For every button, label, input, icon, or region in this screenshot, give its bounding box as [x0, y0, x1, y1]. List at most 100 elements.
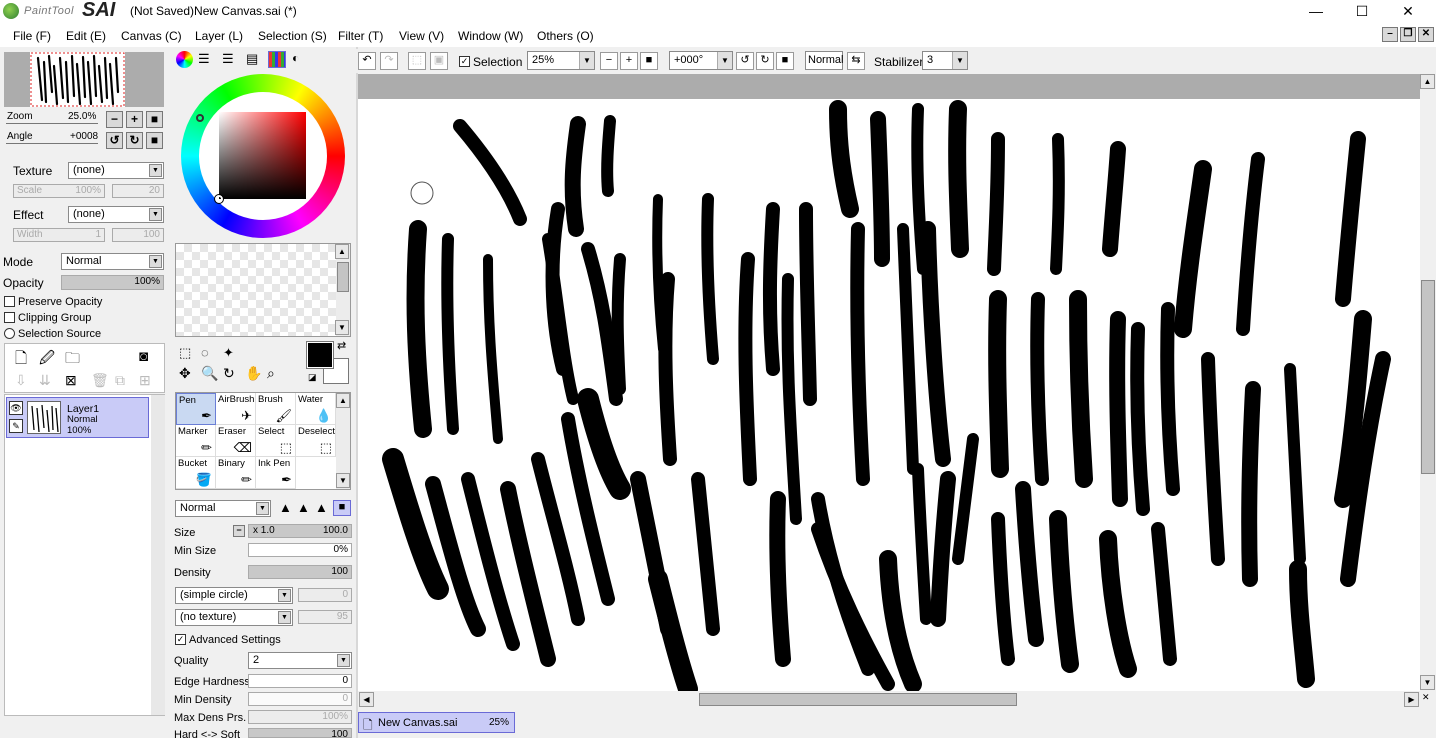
delete-layer-icon[interactable]: 🗑	[91, 372, 109, 389]
transfer-down-icon[interactable]: ⇩	[15, 372, 27, 389]
scroll-down-icon[interactable]: ▼	[335, 320, 349, 335]
new-layer-icon[interactable]: 🗋	[15, 348, 27, 373]
swatch-tab-icon[interactable]: ▤	[246, 51, 258, 67]
rotate-cw-button[interactable]: ↻	[126, 132, 143, 149]
zoom-select[interactable]: 25% ▼	[527, 51, 595, 70]
toolbar-rotate-reset-icon[interactable]: ■	[776, 52, 794, 70]
angle-slider[interactable]	[6, 143, 98, 144]
lasso-icon[interactable]: ◌	[201, 345, 209, 360]
zoom-in-button[interactable]: +	[126, 111, 143, 128]
close-button[interactable]: ✕	[1385, 0, 1431, 22]
stabilizer-select[interactable]: 3 ▼	[922, 51, 968, 70]
brush-shape-select[interactable]: (simple circle) ▼	[175, 587, 293, 604]
tool-marker[interactable]: Marker ✏	[176, 425, 216, 457]
shape-flat-icon[interactable]: ■	[333, 500, 351, 516]
layer-mode-select[interactable]: Normal ▼	[61, 253, 164, 270]
vertical-scroll-thumb[interactable]	[1421, 280, 1435, 474]
merge-visible-icon[interactable]: ⊞	[139, 372, 151, 389]
toolbar-rotate-ccw-icon[interactable]: ↺	[736, 52, 754, 70]
maximize-button[interactable]: ☐	[1339, 0, 1385, 22]
palette-tab-icon[interactable]	[268, 51, 286, 68]
undo-icon[interactable]: ↶	[358, 52, 376, 70]
copy-layer-icon[interactable]: ⧉	[115, 372, 125, 389]
quality-select[interactable]: 2 ▼	[248, 652, 352, 669]
zoom-slider[interactable]	[6, 123, 98, 124]
scroll-up-icon[interactable]: ▲	[1420, 74, 1435, 89]
size-range-button[interactable]: −	[233, 525, 245, 537]
tool-eraser[interactable]: Eraser ⌫	[216, 425, 256, 457]
zoom-tool-icon[interactable]: 🔍	[201, 365, 218, 382]
hsv-slider-tab-icon[interactable]: ☰	[222, 51, 234, 67]
size-slider[interactable]: x 1.0 100.0	[248, 524, 352, 538]
view-mode-select[interactable]: Normal	[805, 51, 843, 70]
preserve-opacity-checkbox[interactable]	[4, 296, 15, 307]
selection-source-radio[interactable]	[4, 328, 15, 339]
menu-canvas[interactable]: Canvas (C)	[121, 29, 182, 43]
edge-hardness-slider[interactable]: 0	[248, 674, 352, 688]
scroll-right-icon[interactable]: ▶	[1404, 692, 1419, 707]
clipping-group-checkbox[interactable]	[4, 312, 15, 323]
tool-bucket[interactable]: Bucket 🪣	[176, 457, 216, 489]
drawing-canvas[interactable]	[358, 74, 1420, 691]
canvas-vertical-scrollbar[interactable]: ▲ ▼	[1420, 74, 1436, 691]
tool-select[interactable]: Select ⬚	[256, 425, 296, 457]
scroll-down-icon[interactable]: ▼	[1420, 675, 1435, 690]
scroll-down-icon[interactable]: ▼	[336, 473, 350, 488]
opacity-slider[interactable]: 100%	[61, 275, 164, 290]
zoom-out-button[interactable]: −	[106, 111, 123, 128]
mdi-minimize-button[interactable]: –	[1382, 27, 1398, 42]
rgb-slider-tab-icon[interactable]: ☰	[198, 51, 210, 67]
new-folder-icon[interactable]: 🗀	[65, 348, 80, 373]
tool-airbrush[interactable]: AirBrush ✈	[216, 393, 256, 425]
primary-color-swatch[interactable]	[306, 341, 334, 369]
flip-view-icon[interactable]: ⇆	[847, 52, 865, 70]
sv-marker[interactable]	[214, 194, 224, 204]
rect-select-icon[interactable]: ⬚	[179, 345, 191, 361]
clear-layer-icon[interactable]: ⊠	[65, 372, 77, 389]
max-dens-slider[interactable]: 100%	[248, 710, 352, 724]
tool-pen[interactable]: Pen ✒	[176, 393, 216, 425]
rotate-tool-icon[interactable]: ↻	[223, 365, 235, 382]
invert-selection-icon[interactable]: ▣	[430, 52, 448, 70]
scratchpad[interactable]: ▲ ▼	[175, 243, 351, 337]
layer-mask-icon[interactable]: ◙	[139, 348, 148, 365]
tool-brush[interactable]: Brush 🖌	[256, 393, 296, 425]
min-density-slider[interactable]: 0	[248, 692, 352, 706]
color-wheel-tab-icon[interactable]	[176, 51, 193, 68]
toolbar-zoom-out-icon[interactable]: −	[600, 52, 618, 70]
scratchpad-scrollbar[interactable]: ▲ ▼	[335, 244, 350, 336]
hard-soft-slider[interactable]: 100	[248, 728, 352, 738]
eyedropper-icon[interactable]: ⌕	[267, 365, 275, 382]
merge-down-icon[interactable]: ⇊	[39, 372, 51, 389]
menu-window[interactable]: Window (W)	[458, 29, 523, 43]
toolbar-zoom-reset-icon[interactable]: ■	[640, 52, 658, 70]
selection-visible-checkbox[interactable]: ✓	[459, 56, 470, 67]
deselect-all-icon[interactable]: ⬚	[408, 52, 426, 70]
canvas-horizontal-scrollbar[interactable]: ◀ ▶	[358, 691, 1420, 708]
menu-selection[interactable]: Selection (S)	[258, 29, 327, 43]
scroll-up-icon[interactable]: ▲	[335, 244, 349, 259]
scratchpad-tab-icon[interactable]: ◐	[292, 51, 299, 65]
brush-lock-icon[interactable]: ✎	[9, 419, 23, 433]
redo-icon[interactable]: ↷	[380, 52, 398, 70]
tool-binary[interactable]: Binary ✏	[216, 457, 256, 489]
hand-icon[interactable]: ✋	[245, 365, 262, 382]
mdi-close-button[interactable]: ✕	[1418, 27, 1434, 42]
scroll-thumb[interactable]	[337, 262, 349, 292]
layer-row-layer1[interactable]: 👁 ✎ Layer1 Normal 100%	[6, 397, 149, 438]
mdi-restore-button[interactable]: ❐	[1400, 27, 1416, 42]
density-slider[interactable]: 100	[248, 565, 352, 579]
tool-water[interactable]: Water 💧	[296, 393, 336, 425]
layer-list-scrollbar[interactable]	[151, 395, 165, 715]
new-linework-layer-icon[interactable]: 🖉	[39, 348, 55, 373]
menu-layer[interactable]: Layer (L)	[195, 29, 243, 43]
eye-icon[interactable]: 👁	[9, 401, 23, 415]
texture-select[interactable]: (none) ▼	[68, 162, 164, 179]
toolbar-rotate-cw-icon[interactable]: ↻	[756, 52, 774, 70]
shape-hard-icon[interactable]: ▲	[279, 500, 292, 515]
hue-marker[interactable]	[196, 114, 204, 122]
min-size-slider[interactable]: 0%	[248, 543, 352, 557]
reset-colors-icon[interactable]: ◪	[308, 372, 317, 383]
tool-ink-pen[interactable]: Ink Pen ✒	[256, 457, 296, 489]
menu-file[interactable]: File (F)	[13, 29, 51, 43]
